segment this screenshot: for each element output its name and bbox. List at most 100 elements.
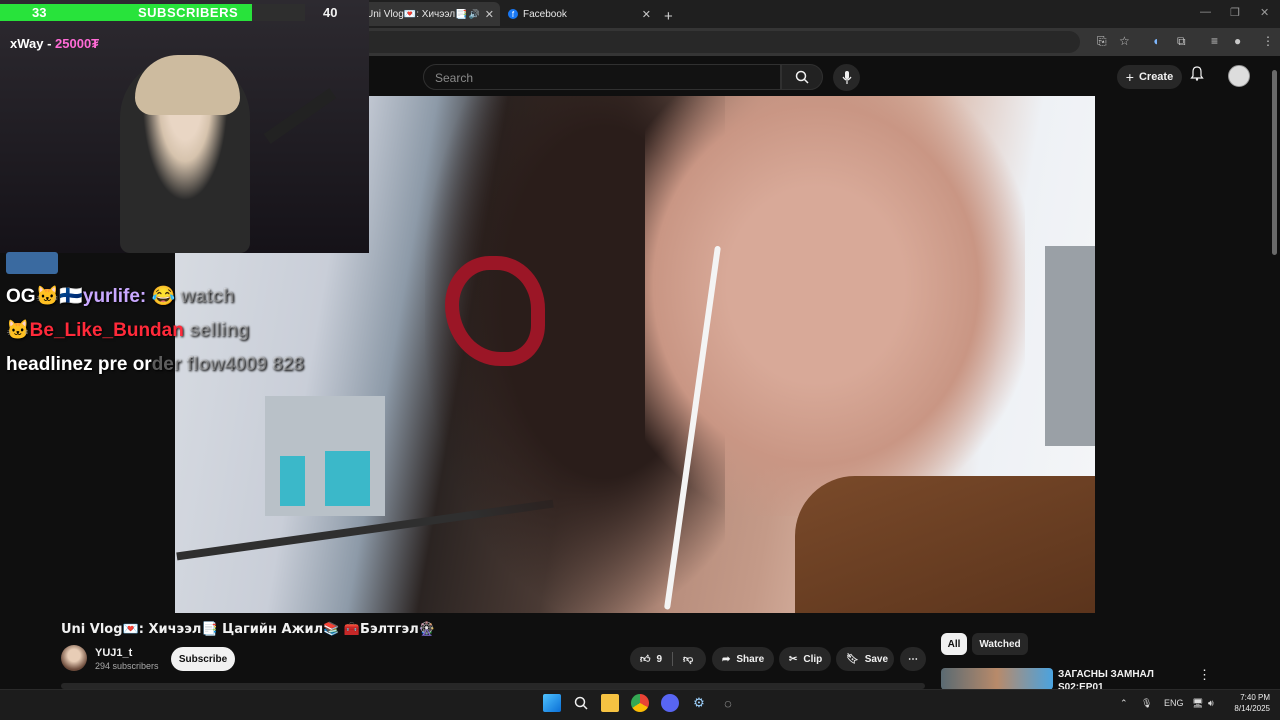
laugh-emoji-icon: 😂 [151, 286, 176, 307]
notifications-button[interactable] [1190, 66, 1204, 84]
channel-avatar[interactable] [61, 645, 87, 671]
bookmark-icon: 🔖︎ [846, 653, 859, 665]
webcam-microphone-arm [263, 88, 337, 144]
subscriber-goal-bar: 33 SUBSCRIBERS [0, 4, 305, 21]
recommended-video-thumbnail[interactable] [941, 668, 1053, 690]
share-button[interactable]: ➦ Share [712, 647, 774, 671]
tray-microphone-icon[interactable]: 🎙︎ [1141, 698, 1152, 709]
video-title: Uni Vlog💌: Хичээл📑 Цагийн Ажил📚 🧰Бэлтгэл… [61, 622, 435, 637]
dislike-button[interactable]: 👎︎ [683, 653, 693, 665]
share-label: Share [736, 653, 765, 665]
speaker-icon[interactable]: 🔊 [469, 9, 480, 20]
like-button[interactable]: 👍︎ 9 [640, 653, 663, 666]
tab-facebook[interactable]: f Facebook ✕ [502, 2, 657, 26]
clock-time: 7:40 PM [1240, 693, 1270, 702]
page-scrollbar[interactable] [1272, 70, 1277, 255]
chat-text: watch [180, 286, 235, 307]
video-frame-coat [795, 476, 1095, 613]
maximize-icon[interactable]: ❐ [1230, 6, 1240, 19]
channel-subscriber-count: 294 subscribers [95, 661, 159, 671]
like-dislike-group: 👍︎ 9 👎︎ [630, 647, 706, 671]
system-clock[interactable]: 7:40 PM 8/14/2025 [1228, 692, 1270, 714]
search-icon [795, 70, 809, 84]
plus-icon: + [1125, 69, 1134, 85]
microphone-icon [842, 70, 851, 84]
tray-overflow-icon[interactable]: ⌃ [1120, 698, 1128, 709]
thumbs-up-icon: 👍︎ [640, 654, 651, 665]
network-icon[interactable]: 🖥︎ [1192, 698, 1203, 709]
chip-watched[interactable]: Watched [972, 633, 1028, 655]
bookmark-star-icon[interactable]: ☆ [1119, 34, 1130, 48]
chat-text-faded: der flow4009 828 [151, 354, 304, 375]
close-window-icon[interactable]: ✕ [1260, 6, 1269, 19]
video-frame-building [265, 396, 385, 516]
tab-label: Uni Vlog💌: Хичээл📑Цагийн [366, 8, 466, 20]
chat-badges: 🐱 [6, 320, 30, 341]
chat-message: 🐱Be_Like_Bundan selling [6, 314, 304, 348]
video-frame-face [645, 96, 1025, 516]
windows-start-icon[interactable] [543, 694, 561, 712]
voice-search-button[interactable] [833, 64, 860, 91]
more-horizontal-icon: ⋯ [908, 653, 918, 665]
like-count: 9 [656, 653, 663, 665]
search-input[interactable]: Search [423, 64, 781, 90]
chrome-icon[interactable] [631, 694, 649, 712]
create-label: Create [1138, 71, 1174, 83]
extensions-puzzle-icon[interactable]: ⧉ [1177, 34, 1186, 49]
chat-badges: OG🐱🇫🇮 [6, 286, 83, 307]
recommended-video-title[interactable]: ЗАГАСНЫ ЗАМНАЛ S02:EP01 [1058, 668, 1188, 690]
chrome-menu-icon[interactable]: ⋮ [1262, 34, 1274, 48]
webcam-person-hair [135, 55, 240, 115]
address-bar[interactable] [360, 31, 1080, 53]
create-button[interactable]: + Create [1117, 65, 1182, 89]
subscriber-label: SUBSCRIBERS [138, 5, 239, 20]
close-tab-icon[interactable]: ✕ [485, 8, 494, 21]
tab-label: Facebook [523, 8, 567, 20]
clip-button[interactable]: ✂ Clip [779, 647, 831, 671]
scissors-icon: ✂ [789, 653, 798, 665]
more-vertical-icon[interactable]: ⋮ [1198, 667, 1211, 683]
chat-username: Be_Like_Bundan [29, 320, 184, 341]
search-icon[interactable] [572, 694, 590, 712]
more-actions-button[interactable]: ⋯ [900, 647, 926, 671]
account-avatar[interactable] [1228, 65, 1250, 87]
clock-date: 8/14/2025 [1234, 704, 1270, 713]
channel-name[interactable]: YUJ1_t [95, 647, 132, 659]
install-app-icon[interactable]: ⎘ [1097, 34, 1107, 49]
clip-label: Clip [803, 653, 823, 665]
chat-emote-image [6, 252, 58, 274]
chat-text: headlinez pre or [6, 354, 152, 375]
chat-message: OG🐱🇫🇮yurlife: 😂 watch [6, 280, 304, 314]
app-icon[interactable]: ◌ [719, 694, 737, 712]
save-button[interactable]: 🔖︎ Save [836, 647, 894, 671]
minimize-icon[interactable]: — [1200, 6, 1211, 18]
subscribe-button[interactable]: Subscribe [171, 647, 235, 671]
subscriber-current: 33 [32, 5, 47, 20]
search-button[interactable] [781, 64, 823, 90]
thumbs-down-icon: 👎︎ [683, 654, 694, 665]
chat-message: headlinez pre order flow4009 828 [6, 348, 304, 382]
extension-icon[interactable]: ◖ [1152, 34, 1159, 48]
save-label: Save [864, 653, 889, 665]
profile-icon[interactable]: ● [1234, 34, 1241, 48]
new-tab-button[interactable]: + [664, 4, 673, 28]
volume-icon[interactable]: 🔊︎ [1208, 698, 1214, 709]
language-indicator[interactable]: ENG [1164, 698, 1184, 708]
steam-icon[interactable]: ⚙ [690, 694, 708, 712]
chat-text: selling [189, 320, 250, 341]
donation-goal: xWay - 25000₮ [10, 36, 99, 51]
file-explorer-icon[interactable] [601, 694, 619, 712]
close-tab-icon[interactable]: ✕ [642, 8, 651, 21]
facebook-favicon-icon: f [508, 9, 518, 19]
share-arrow-icon: ➦ [722, 653, 731, 665]
donation-goal-label: xWay - [10, 36, 56, 51]
donation-goal-amount: 25000₮ [55, 36, 100, 51]
discord-icon[interactable] [661, 694, 679, 712]
video-frame-building [1045, 246, 1095, 446]
chat-username: yurlife: [82, 286, 147, 307]
chip-all[interactable]: All [941, 633, 967, 655]
media-control-icon[interactable]: ≡ [1211, 34, 1218, 48]
divider [672, 652, 674, 666]
subscriber-goal: 40 [323, 5, 338, 20]
bell-icon [1190, 66, 1204, 81]
